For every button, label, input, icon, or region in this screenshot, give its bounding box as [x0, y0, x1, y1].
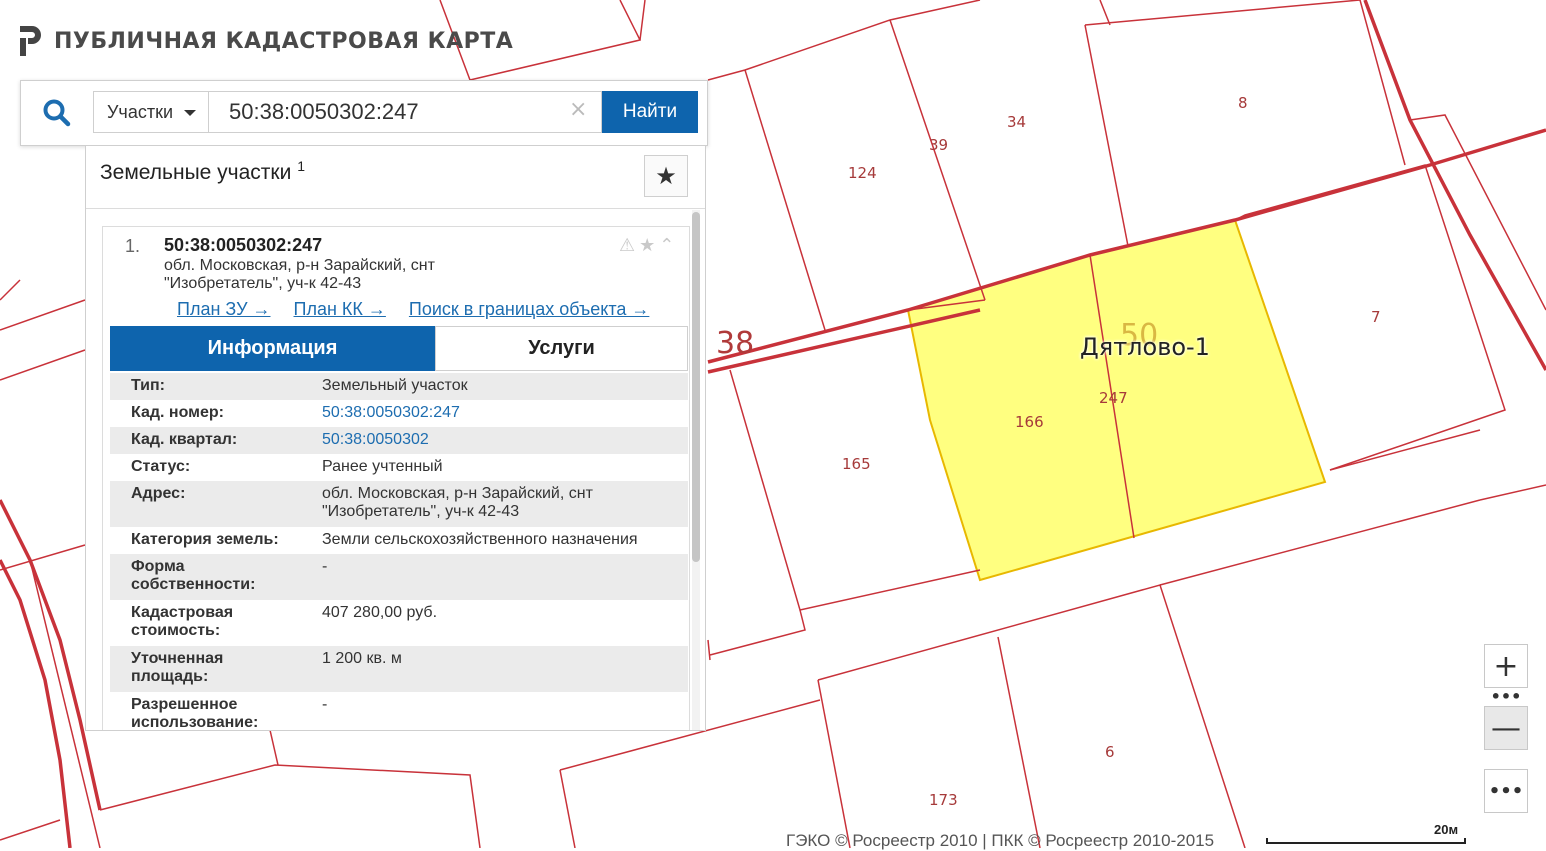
attribute-key: Тип:	[131, 377, 165, 394]
attribute-key: Категория земель:	[131, 531, 279, 548]
attribute-value-link[interactable]: 50:38:0050302	[322, 431, 682, 449]
find-button[interactable]: Найти	[602, 91, 698, 133]
result-address: обл. Московская, р-н Зарайский, снт "Изо…	[164, 257, 435, 292]
plan-kk-link[interactable]: План КК →	[294, 299, 386, 319]
scrollbar-thumb[interactable]	[692, 212, 700, 562]
plus-icon: +	[1493, 648, 1519, 684]
plot-label: 39	[929, 136, 949, 154]
search-input[interactable]: 50:38:0050302:247	[209, 91, 602, 133]
search-type-label: Участки	[107, 101, 173, 122]
panel-title: Земельные участки 1	[100, 158, 305, 184]
attribute-value: -	[322, 558, 328, 575]
attribute-row: Категория земель: Земли сельскохозяйстве…	[110, 527, 688, 554]
attribute-value: 407 280,00 руб.	[322, 604, 438, 621]
result-cadastral-number[interactable]: 50:38:0050302:247	[164, 235, 322, 256]
result-links: План ЗУ → План КК → Поиск в границах объ…	[177, 299, 667, 320]
attribute-value: Земли сельскохозяйственного назначения	[322, 531, 638, 548]
attribute-row: Кадастровая стоимость: 407 280,00 руб.	[110, 600, 688, 646]
plot-label: 165	[842, 455, 871, 473]
attribute-key: Кад. квартал:	[131, 431, 238, 448]
zoom-out-button[interactable]: —	[1484, 706, 1528, 750]
attribute-key: Кад. номер:	[131, 404, 224, 421]
attribute-value: обл. Московская, р-н Зарайский, снт "Изо…	[322, 485, 593, 520]
tab-info[interactable]: Информация	[110, 326, 435, 371]
search-bounds-link[interactable]: Поиск в границах объекта →	[409, 299, 649, 319]
attribute-key: Разрешенное использование:	[131, 696, 259, 731]
attribute-value-link[interactable]: 50:38:0050302:247	[322, 404, 682, 422]
zoom-level-indicator: •••	[1490, 687, 1522, 706]
attribute-key: Статус:	[131, 458, 191, 475]
attribute-value: Земельный участок	[322, 377, 468, 394]
close-icon[interactable]: ×	[569, 99, 587, 121]
minus-icon: —	[1491, 710, 1521, 746]
scale-label: 20м	[1434, 822, 1459, 837]
attribute-key: Кадастровая стоимость:	[131, 604, 234, 639]
results-panel: Земельные участки 1 ★ 1. 50:38:0050302:2…	[85, 145, 706, 731]
attribute-row: Уточненная площадь: 1 200 кв. м	[110, 646, 688, 692]
plot-label: 8	[1238, 94, 1248, 112]
attribute-row: Форма собственности: -	[110, 554, 688, 600]
attribute-value: -	[322, 696, 328, 713]
star-icon: ★	[655, 162, 677, 190]
result-action-icons[interactable]: ⚠★⌃	[619, 235, 678, 256]
favorite-button[interactable]: ★	[644, 155, 688, 197]
attribute-value: Ранее учтенный	[322, 458, 443, 475]
plot-label: 7	[1371, 308, 1381, 326]
plot-label: 173	[929, 791, 958, 809]
panel-header: Земельные участки 1 ★	[86, 146, 705, 209]
attribute-value: 1 200 кв. м	[322, 650, 402, 667]
more-icon: •••	[1488, 780, 1524, 802]
plot-label: 34	[1007, 113, 1027, 131]
app-logo[interactable]: ПУБЛИЧНАЯ КАДАСТРОВАЯ КАРТА	[18, 24, 513, 58]
result-count: 1	[297, 158, 305, 174]
result-card: 1. 50:38:0050302:247 обл. Московская, р-…	[102, 226, 690, 731]
rosreestr-logo-icon	[18, 24, 42, 58]
attribute-row: Тип: Земельный участок	[110, 373, 688, 400]
plot-label: 247	[1099, 389, 1128, 407]
attribute-row: Разрешенное использование: -	[110, 692, 688, 731]
result-tabs: Информация Услуги	[110, 326, 688, 371]
search-bar: Участки 50:38:0050302:247 × Найти	[20, 80, 708, 146]
attribute-key: Адрес:	[131, 485, 186, 502]
map-attribution: ГЭКО © Росреестр 2010 | ПКК © Росреестр …	[786, 831, 1215, 850]
attribute-row: Адрес: обл. Московская, р-н Зарайский, с…	[110, 481, 688, 527]
river-left-2	[0, 559, 72, 848]
app-title: ПУБЛИЧНАЯ КАДАСТРОВАЯ КАРТА	[54, 28, 514, 54]
plan-zu-link[interactable]: План ЗУ →	[177, 299, 271, 319]
tab-services[interactable]: Услуги	[435, 326, 688, 371]
plot-label: 124	[848, 164, 877, 182]
search-type-select[interactable]: Участки	[93, 91, 209, 133]
attribute-row: Кад. квартал: 50:38:0050302	[110, 427, 688, 454]
zoom-in-button[interactable]: +	[1484, 644, 1528, 688]
result-number: 1.	[125, 236, 141, 256]
plot-label: 6	[1105, 743, 1115, 761]
search-icon[interactable]	[41, 97, 73, 129]
plot-label: 166	[1015, 413, 1044, 431]
river-right	[1363, 0, 1546, 371]
quarter-label: 38	[716, 326, 755, 361]
attribute-key: Форма собственности:	[131, 558, 256, 593]
attribute-row: Кад. номер: 50:38:0050302:247	[110, 400, 688, 427]
scale-bar	[1266, 838, 1466, 844]
attribute-key: Уточненная площадь:	[131, 650, 224, 685]
attributes-table: Тип: Земельный участок Кад. номер: 50:38…	[110, 373, 688, 731]
settlement-label: Дятлово-1	[1080, 333, 1210, 361]
attribute-row: Статус: Ранее учтенный	[110, 454, 688, 481]
chevron-down-icon	[184, 110, 196, 116]
more-button[interactable]: •••	[1484, 769, 1528, 813]
